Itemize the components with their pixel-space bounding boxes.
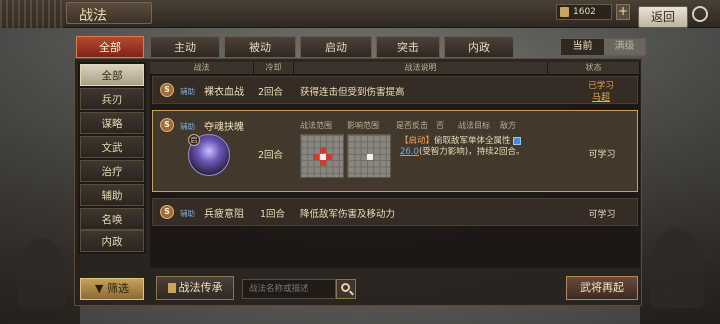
skill-status: 可学习: [588, 210, 616, 220]
skill-name: 夺魂挟魄: [204, 122, 244, 133]
top-bar-ornament: [0, 0, 64, 28]
range-cell: [320, 147, 326, 153]
effect-value[interactable]: 26.0: [400, 147, 419, 157]
skill-effect-text: 【启动】偷取敌军单体全属性 26.0(受智力影响)，持续2回合。: [400, 136, 534, 158]
sidebar-item-all[interactable]: 全部: [80, 64, 144, 86]
column-header-cooldown: 冷却: [254, 62, 294, 74]
filter-label: 筛选: [106, 282, 129, 295]
search-icon-handle: [349, 290, 354, 296]
toggle-full-level[interactable]: 满级: [604, 39, 645, 55]
level-view-toggle[interactable]: 当前 满级: [560, 38, 646, 56]
skill-name: 兵疲意阻: [204, 209, 244, 220]
back-button[interactable]: 返回: [638, 6, 688, 28]
intelligence-icon: [513, 136, 522, 145]
range-cell: [313, 154, 319, 160]
label-skill-range: 战法范围: [300, 121, 332, 130]
sidebar-item-strategy[interactable]: 谋略: [80, 112, 144, 134]
top-bar: 战法 1602 + 返回: [0, 0, 720, 28]
back-arrow-icon[interactable]: [692, 6, 708, 22]
skill-type-tag: 辅助: [180, 209, 195, 218]
sidebar-item-support[interactable]: 辅助: [80, 184, 144, 206]
add-currency-button[interactable]: +: [616, 4, 630, 20]
skill-type-tag: 辅助: [180, 122, 195, 131]
background-rider-left: [18, 238, 66, 308]
sidebar-item-internal[interactable]: 内政: [80, 230, 144, 252]
page-title: 战法: [79, 8, 107, 24]
effect-text-part2: (受智力影响)，持续2回合。: [418, 147, 525, 157]
currency-value: 1602: [573, 7, 596, 17]
skill-range-grid: [300, 134, 344, 178]
skill-status: 可学习: [588, 150, 616, 160]
label-target: 战法目标: [458, 121, 490, 130]
currency-display: 1602: [556, 4, 612, 20]
skill-cooldown: 1回合: [260, 209, 286, 220]
rank-s-badge: S: [160, 83, 174, 97]
label-counter: 是否反击: [396, 121, 428, 130]
book-icon: [560, 7, 569, 17]
effect-range-grid: [347, 134, 391, 178]
skill-cooldown: 2回合: [258, 87, 284, 98]
counter-value: 否: [436, 121, 444, 130]
label-effect-range: 影响范围: [347, 121, 379, 130]
column-header-skill: 战法: [150, 62, 254, 74]
skill-type-tag: 辅助: [180, 87, 195, 96]
rank-s-badge: S: [160, 118, 174, 132]
title-plate: 战法: [66, 2, 152, 24]
tab-all[interactable]: 全部: [76, 36, 144, 58]
column-header-description: 战法说明: [294, 62, 548, 74]
general-respec-button[interactable]: 武将再起: [566, 276, 638, 300]
learner-name-link[interactable]: 马超: [588, 90, 614, 103]
tab-passive[interactable]: 被动: [224, 36, 296, 58]
target-value: 敌方: [500, 121, 516, 130]
effect-trigger-tag: 【启动】: [400, 136, 435, 146]
sidebar-item-weapon[interactable]: 兵刃: [80, 88, 144, 110]
sidebar-item-civil-military[interactable]: 文武: [80, 136, 144, 158]
skill-description: 获得连击但受到伤害提高: [300, 87, 405, 98]
skill-description: 降低敌军伤害及移动力: [300, 209, 396, 220]
background-rider-right: [650, 228, 704, 308]
portrait-badge: 启: [188, 134, 200, 146]
tab-trigger[interactable]: 启动: [300, 36, 372, 58]
scroll-icon: [167, 283, 176, 293]
filter-button[interactable]: ▼ 筛选: [80, 278, 144, 300]
inherit-label: 战法传承: [178, 281, 223, 294]
skill-name: 裸衣血战: [204, 87, 244, 98]
tab-internal[interactable]: 内政: [444, 36, 514, 58]
toggle-current[interactable]: 当前: [561, 39, 604, 55]
skill-inherit-button[interactable]: 战法传承: [156, 276, 234, 300]
search-input[interactable]: [242, 279, 336, 299]
sidebar-item-healing[interactable]: 治疗: [80, 160, 144, 182]
tab-active[interactable]: 主动: [150, 36, 220, 58]
funnel-icon: ▼: [95, 282, 104, 295]
search-button[interactable]: [336, 279, 356, 299]
effect-text-part1: 偷取敌军单体全属性: [434, 136, 511, 146]
range-cell: [326, 154, 332, 160]
rank-s-badge: S: [160, 205, 174, 219]
range-cell: [320, 160, 326, 166]
sidebar-item-summon[interactable]: 名唤: [80, 208, 144, 230]
range-center-cell: [367, 154, 373, 160]
column-header-status: 状态: [548, 62, 640, 74]
tab-assault[interactable]: 突击: [376, 36, 440, 58]
skill-cooldown: 2回合: [258, 150, 284, 161]
